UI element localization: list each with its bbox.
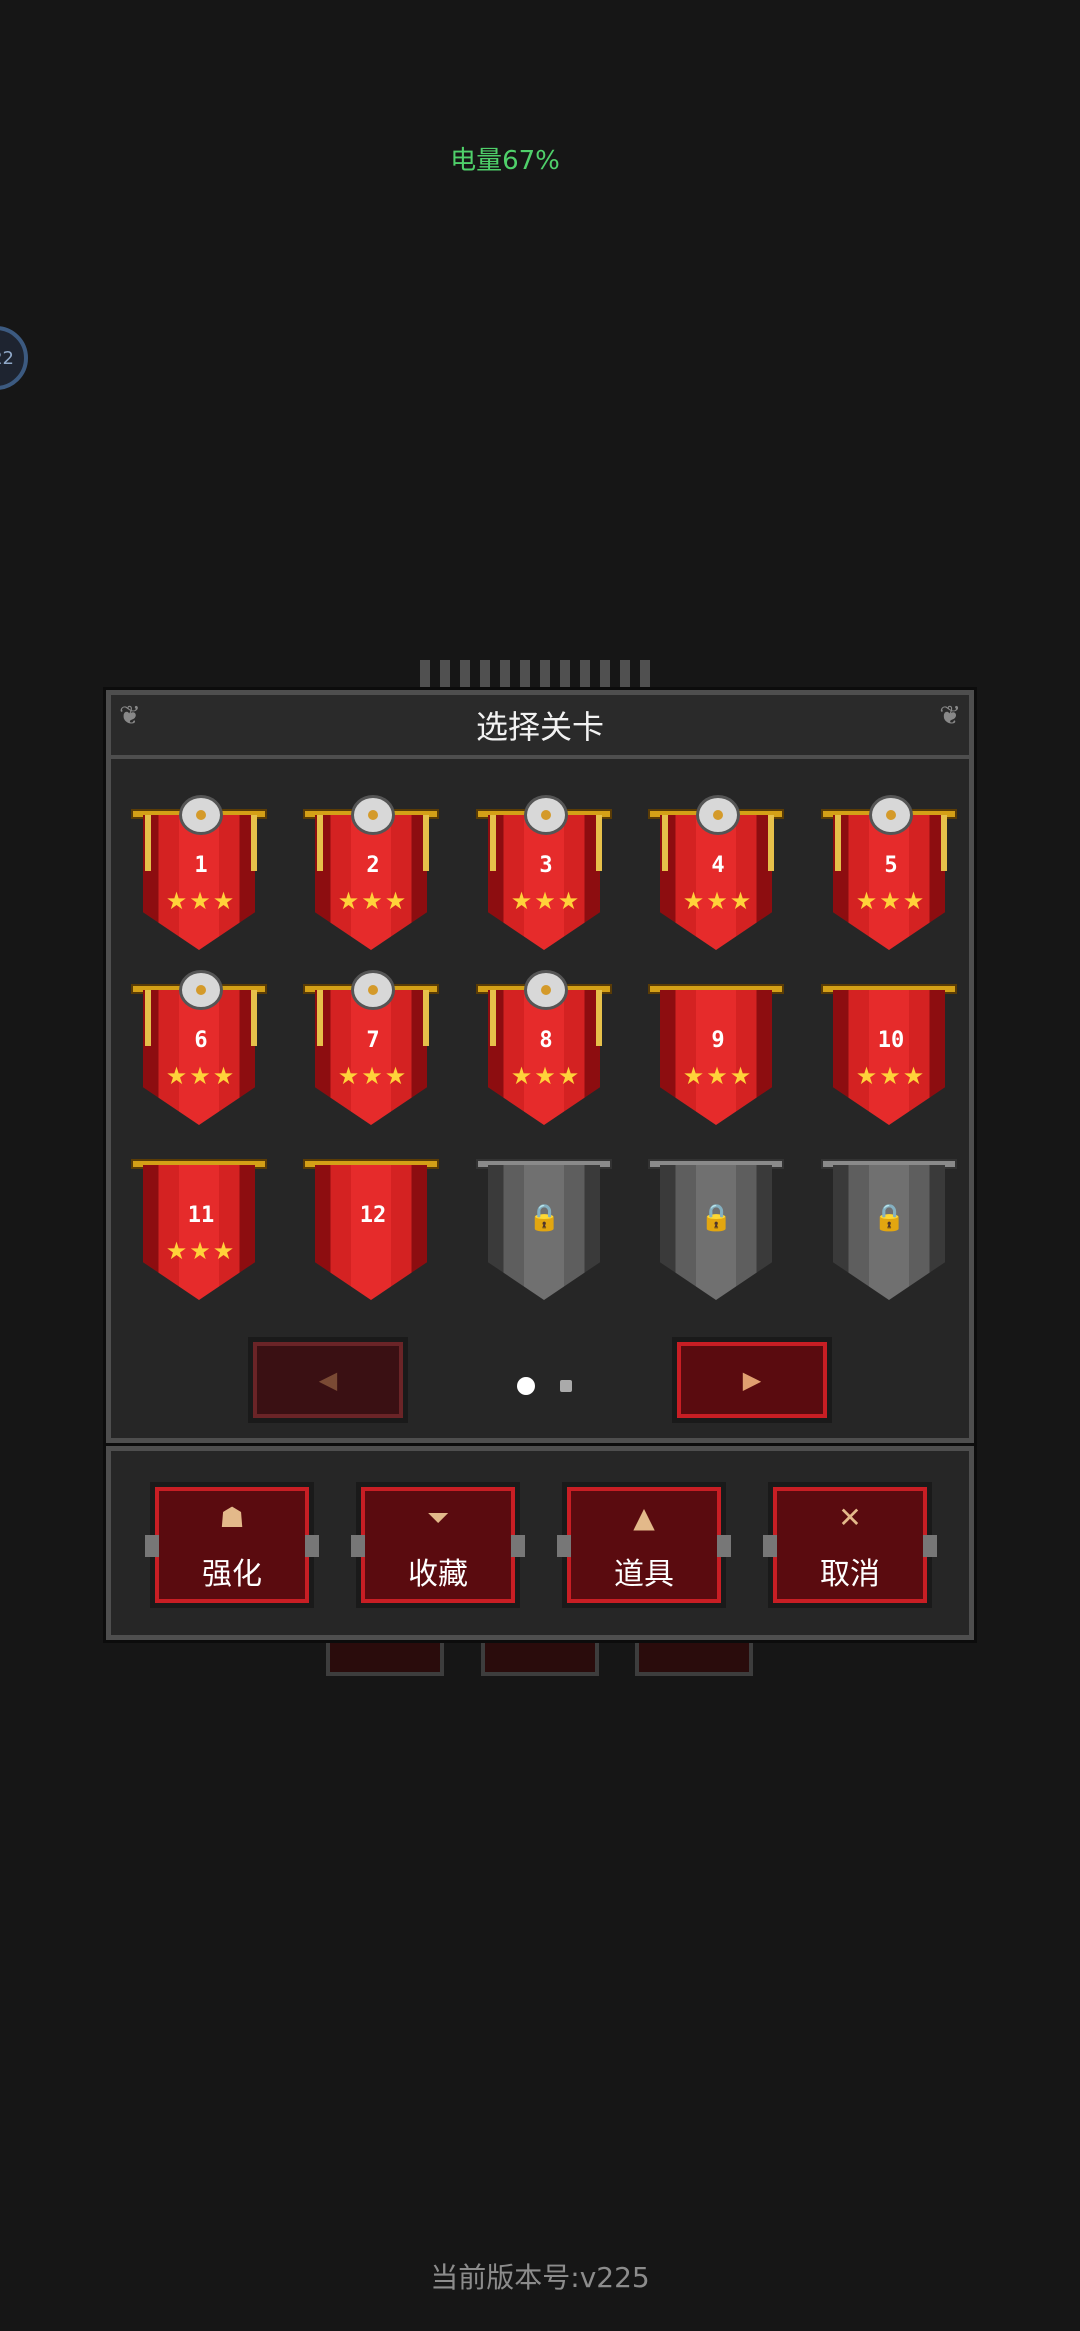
potion-icon: ▲ <box>633 1501 655 1534</box>
floating-assistant-bubble[interactable]: 22 <box>0 326 28 390</box>
level-number: 1 <box>194 853 208 878</box>
level-number: 12 <box>359 1203 387 1228</box>
boss-helmet-icon <box>179 970 223 1010</box>
lock-icon: 🔒 <box>528 1203 561 1233</box>
level-7-banner[interactable]: 7 ★★★ <box>303 970 443 1130</box>
upgrade-label: 强化 <box>202 1557 262 1592</box>
banner-flag <box>660 990 772 1125</box>
level-number: 6 <box>194 1028 208 1053</box>
lock-icon: 🔒 <box>873 1203 906 1233</box>
level-number: 5 <box>884 853 898 878</box>
boss-helmet-icon <box>179 795 223 835</box>
level-6-banner[interactable]: 6 ★★★ <box>131 970 271 1130</box>
star-rating: ★★★ <box>855 887 927 915</box>
version-label: 当前版本号:v225 <box>430 2261 650 2294</box>
level-15-banner[interactable]: 🔒 <box>821 1145 961 1305</box>
upgrade-icon: ☗ <box>219 1501 245 1534</box>
level-number: 4 <box>711 853 725 878</box>
level-13-banner[interactable]: 🔒 <box>476 1145 616 1305</box>
dialog-titlebar: ❦ 选择关卡 ❦ <box>111 695 969 759</box>
boss-helmet-icon <box>524 795 568 835</box>
level-9-banner[interactable]: 9 ★★★ <box>648 970 788 1130</box>
star-rating: ★★★ <box>855 1062 927 1090</box>
page-indicator-dot-active <box>517 1377 535 1395</box>
level-5-banner[interactable]: 5 ★★★ <box>821 795 961 955</box>
battery-status: 电量67% <box>450 146 560 176</box>
level-number: 3 <box>539 853 553 878</box>
level-select-dialog: ❦ 选择关卡 ❦ 1 ★★★ 2 ★★★ 3 ★★★ 4 ★★★ 5 ★★★ 6 ★★★ 7 ★★★ 8 ★★… <box>106 690 974 1443</box>
level-12-banner[interactable]: 12 <box>303 1145 443 1305</box>
level-14-banner[interactable]: 🔒 <box>648 1145 788 1305</box>
banner-flag <box>315 1165 427 1300</box>
banner-flag <box>143 990 255 1125</box>
level-11-banner[interactable]: 11 ★★★ <box>131 1145 271 1305</box>
banner-flag <box>143 815 255 950</box>
banner-flag <box>833 990 945 1125</box>
trophy-icon: ⏷ <box>426 1501 450 1534</box>
bubble-label: 22 <box>0 348 14 369</box>
boss-helmet-icon <box>869 795 913 835</box>
items-button[interactable]: ▲ 道具 <box>557 1482 731 1608</box>
corner-ornament-icon: ❦ <box>119 701 141 731</box>
level-number: 10 <box>877 1028 905 1053</box>
star-rating: ★★★ <box>165 1062 237 1090</box>
prev-page-button[interactable]: ◀ <box>248 1337 408 1423</box>
cancel-button[interactable]: ✕ 取消 <box>763 1482 937 1608</box>
level-4-banner[interactable]: 4 ★★★ <box>648 795 788 955</box>
corner-ornament-icon: ❦ <box>939 701 961 731</box>
star-rating: ★★★ <box>337 1062 409 1090</box>
banner-flag <box>143 1165 255 1300</box>
level-number: 9 <box>711 1028 725 1053</box>
level-2-banner[interactable]: 2 ★★★ <box>303 795 443 955</box>
banner-flag <box>488 990 600 1125</box>
star-rating: ★★★ <box>165 887 237 915</box>
cancel-label: 取消 <box>820 1557 880 1592</box>
level-number: 2 <box>366 853 380 878</box>
star-rating: ★★★ <box>337 887 409 915</box>
banner-flag <box>833 815 945 950</box>
star-rating: ★★★ <box>510 887 582 915</box>
level-1-banner[interactable]: 1 ★★★ <box>131 795 271 955</box>
level-number: 11 <box>187 1203 215 1228</box>
star-rating: ★★★ <box>510 1062 582 1090</box>
boss-helmet-icon <box>524 970 568 1010</box>
dialog-title: 选择关卡 <box>475 708 604 746</box>
right-arrow-icon: ▶ <box>742 1366 762 1394</box>
left-arrow-icon: ◀ <box>318 1366 338 1394</box>
star-rating: ★★★ <box>682 887 754 915</box>
level-3-banner[interactable]: 3 ★★★ <box>476 795 616 955</box>
boss-helmet-icon <box>696 795 740 835</box>
page-indicator-dot <box>560 1380 572 1392</box>
banner-flag <box>315 990 427 1125</box>
boss-helmet-icon <box>351 970 395 1010</box>
upgrade-button[interactable]: ☗ 强化 <box>145 1482 319 1608</box>
banner-flag <box>488 815 600 950</box>
banner-flag <box>660 815 772 950</box>
next-page-button[interactable]: ▶ <box>672 1337 832 1423</box>
level-10-banner[interactable]: 10 ★★★ <box>821 970 961 1130</box>
lock-icon: 🔒 <box>700 1203 733 1233</box>
boss-helmet-icon <box>351 795 395 835</box>
level-8-banner[interactable]: 8 ★★★ <box>476 970 616 1130</box>
collection-label: 收藏 <box>408 1557 468 1592</box>
star-rating: ★★★ <box>682 1062 754 1090</box>
collection-button[interactable]: ⏷ 收藏 <box>351 1482 525 1608</box>
star-rating: ★★★ <box>165 1237 237 1265</box>
close-icon: ✕ <box>838 1501 862 1534</box>
level-number: 7 <box>366 1028 380 1053</box>
level-number: 8 <box>539 1028 553 1053</box>
items-label: 道具 <box>614 1557 674 1592</box>
banner-flag <box>315 815 427 950</box>
